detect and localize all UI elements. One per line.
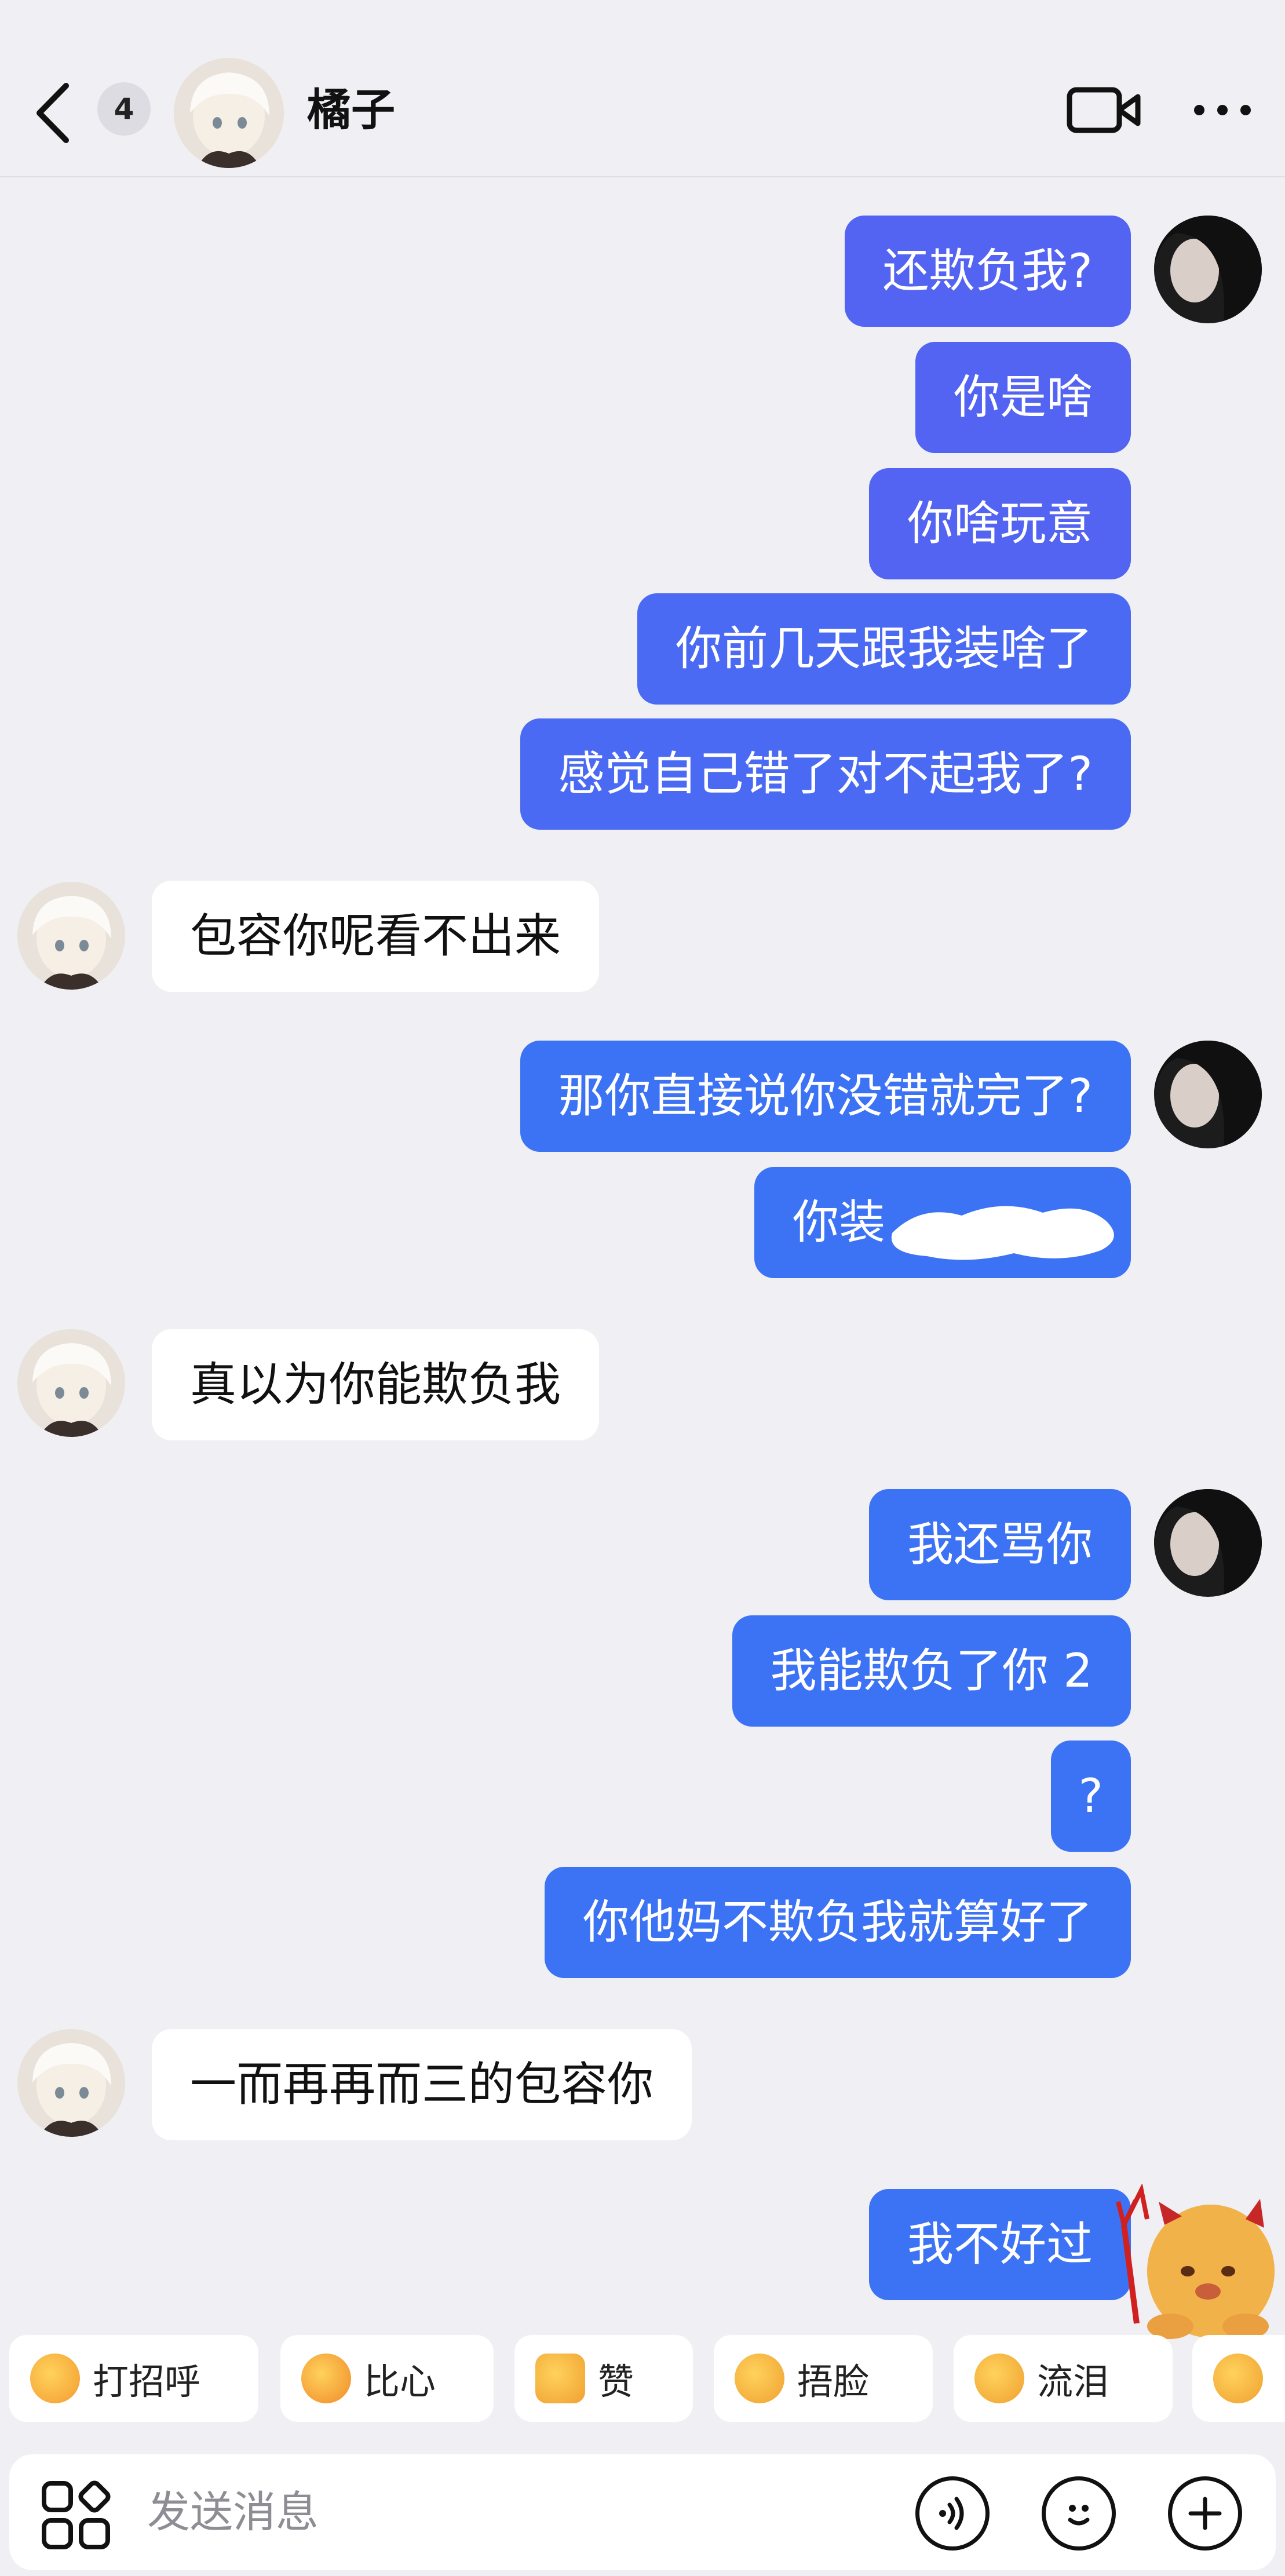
outgoing-message[interactable]: 我还骂你 [869,1489,1131,1600]
message-field-container: 发送消息 [9,2454,1276,2570]
quick-reaction-chip[interactable]: 打招呼 [9,2335,258,2422]
contact-avatar[interactable] [174,58,284,168]
contact-avatar-message[interactable] [17,2029,125,2137]
redaction-scribble [891,1206,1114,1260]
more-options-icon[interactable] [1191,98,1254,122]
smiley-icon [1068,2505,1090,2526]
outgoing-message[interactable]: 我能欺负了你 2 [732,1615,1131,1727]
pleading-emoji-icon [1213,2354,1263,2403]
emoji-button[interactable] [1042,2476,1116,2551]
quick-reaction-chip[interactable]: 比心 [280,2335,494,2422]
message-input[interactable]: 发送消息 [147,2478,319,2547]
outgoing-message[interactable]: 你他妈不欺负我就算好了 [545,1867,1131,1978]
outgoing-message[interactable]: 那你直接说你没错就完了? [520,1041,1131,1152]
outgoing-message[interactable]: 你是啥 [915,342,1131,453]
incoming-message[interactable]: 真以为你能欺负我 [152,1329,599,1440]
apps-grid-icon[interactable] [38,2478,114,2553]
incoming-message[interactable]: 包容你呢看不出来 [152,881,599,992]
quick-reaction-chip[interactable]: 捂脸 [714,2335,933,2422]
outgoing-message[interactable]: 你啥玩意 [869,468,1131,579]
video-call-icon[interactable] [1066,84,1141,136]
thumbs-up-emoji-icon [535,2354,585,2403]
contact-avatar-message[interactable] [17,1329,125,1437]
contact-avatar-message[interactable] [17,882,125,990]
add-button[interactable] [1168,2476,1242,2551]
my-avatar[interactable] [1154,216,1262,323]
my-avatar[interactable] [1154,1489,1262,1597]
contact-name: 橘子 [307,84,395,136]
chat-header: 4 橘子 [0,0,1285,177]
my-avatar[interactable] [1154,1041,1262,1148]
voice-wave-icon [939,2497,964,2530]
quick-reaction-chip[interactable]: 流泪 [954,2335,1173,2422]
unread-count-badge[interactable]: 4 [97,82,151,136]
devil-sticker-icon [1116,2184,1275,2339]
heart-hands-emoji-icon [301,2354,351,2403]
voice-button[interactable] [915,2476,990,2551]
incoming-message[interactable]: 一而再再而三的包容你 [152,2029,692,2140]
outgoing-message[interactable]: 我不好过 [869,2189,1131,2300]
outgoing-message[interactable]: 你前几天跟我装啥了 [637,593,1131,705]
message-input-bar: 发送消息 [0,2454,1285,2576]
quick-reaction-chip[interactable]: 赞 [514,2335,693,2422]
wave-emoji-icon [30,2354,80,2403]
outgoing-message[interactable]: 还欺负我? [844,216,1131,327]
outgoing-message[interactable]: 感觉自己错了对不起我了? [520,718,1131,830]
back-arrow-icon[interactable] [32,81,73,145]
plus-icon [1188,2497,1222,2530]
quick-reaction-chip[interactable] [1192,2335,1285,2422]
facepalm-emoji-icon [735,2354,784,2403]
crying-emoji-icon [974,2354,1024,2403]
outgoing-message[interactable]: ? [1050,1741,1131,1852]
